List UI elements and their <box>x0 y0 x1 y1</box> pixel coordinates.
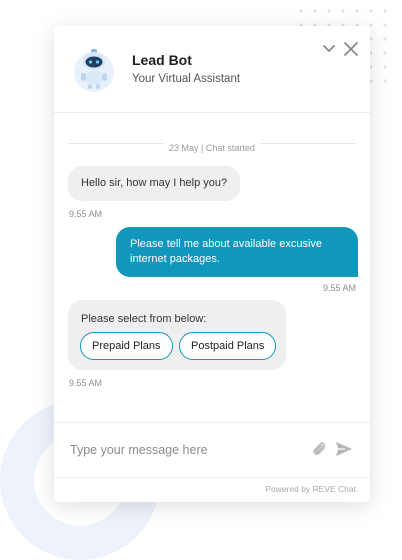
chat-messages[interactable]: 23 May | Chat started Hello sir, how may… <box>54 113 370 421</box>
options-prompt: Please select from below: <box>81 313 207 325</box>
chat-started-label: 23 May | Chat started <box>163 143 261 153</box>
bot-message: Hello sir, how may I help you? <box>68 166 241 201</box>
chevron-down-icon[interactable] <box>320 40 338 58</box>
powered-by-label[interactable]: Powered by REVE Chat <box>265 484 356 494</box>
bot-avatar-icon <box>74 49 114 92</box>
bot-options-message: Please select from below: Prepaid Plans … <box>68 300 286 370</box>
message-time: 9.55 AM <box>322 283 356 293</box>
message-input[interactable] <box>68 437 292 463</box>
send-icon[interactable] <box>334 439 354 459</box>
message-time: 9.55 AM <box>69 209 103 219</box>
chat-header: Lead Bot Your Virtual Assistant <box>54 26 370 113</box>
postpaid-plans-button[interactable]: Postpaid Plans <box>179 332 277 360</box>
user-message: Please tell me about available excusive … <box>116 227 358 277</box>
close-icon[interactable] <box>342 40 360 58</box>
prepaid-plans-button[interactable]: Prepaid Plans <box>80 332 173 360</box>
paperclip-icon[interactable] <box>310 439 330 459</box>
bot-subtitle: Your Virtual Assistant <box>132 73 241 85</box>
message-time: 9.55 AM <box>69 378 103 388</box>
bot-name: Lead Bot <box>132 52 192 68</box>
chat-window: Lead Bot Your Virtual Assistant 23 May |… <box>54 26 370 502</box>
message-composer <box>54 422 370 478</box>
